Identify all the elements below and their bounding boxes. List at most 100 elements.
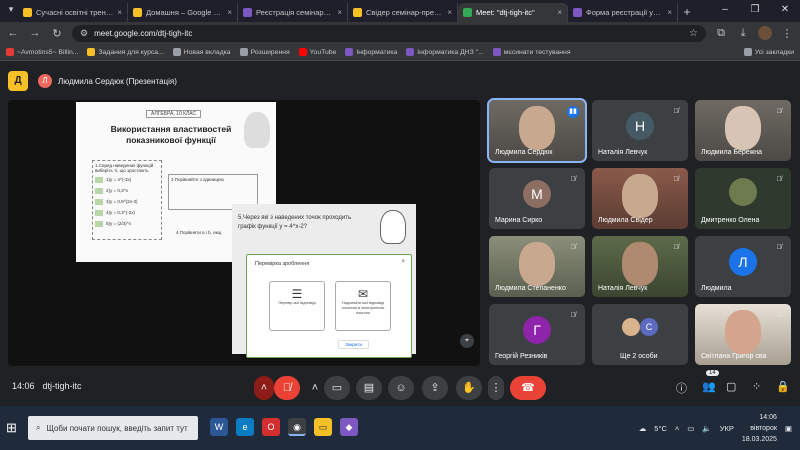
dialog-close-button[interactable]: Закрити — [338, 340, 369, 349]
close-tab-icon[interactable]: × — [337, 8, 342, 17]
participant-mini-avatar: С — [640, 318, 658, 336]
bookmark-label: мєсинати тестування — [503, 48, 571, 56]
browser-tab[interactable]: Домашня – Google Диск × — [128, 3, 238, 22]
bookmark-item[interactable]: Інформатика ДНЗ "... — [406, 48, 484, 56]
new-tab-button[interactable]: + — [678, 3, 696, 22]
participant-tile[interactable]: М 🎙̸ Марина Сирко — [489, 168, 585, 229]
volume-icon[interactable]: 🔈 — [702, 424, 711, 433]
presenter-chip[interactable]: Л Людмила Сердюк (Презентація) — [38, 74, 177, 88]
restore-icon[interactable]: ❐ — [740, 0, 770, 22]
opera-icon[interactable]: O — [262, 418, 280, 436]
participant-tile[interactable]: 🎙̸ Наталія Левчук — [592, 236, 688, 297]
bookmark-item[interactable]: Розширення — [239, 48, 290, 56]
site-info-icon[interactable]: ⚙ — [80, 28, 88, 39]
slide-title: Використання властивостей показникової ф… — [110, 124, 232, 145]
file-explorer-icon[interactable]: ▭ — [314, 418, 332, 436]
participant-tile[interactable]: 🎙̸ Дмитренко Олена — [695, 168, 791, 229]
bookmark-favicon — [345, 48, 354, 56]
network-icon[interactable]: ▭ — [687, 424, 694, 433]
participant-tile[interactable]: 🎙̸ Світлана Григор сва — [695, 304, 791, 365]
answer-box — [95, 220, 103, 227]
bookmark-item[interactable]: Інформатика — [345, 48, 397, 56]
minimize-icon[interactable]: – — [710, 0, 740, 22]
participant-tile[interactable]: Г 🎙̸ Георгій Резників — [489, 304, 585, 365]
chat-icon[interactable]: ▢ — [726, 380, 736, 393]
participant-tile[interactable]: 🎙̸ Людмила Бережна — [695, 100, 791, 161]
host-controls-icon[interactable]: 🔒 — [776, 380, 790, 393]
presentation-logo: Д — [8, 71, 28, 91]
close-tab-icon[interactable]: × — [227, 8, 232, 17]
close-tab-icon[interactable]: × — [667, 8, 672, 17]
bookmark-item[interactable]: Новая вкладка — [172, 48, 231, 56]
chrome-menu-icon[interactable]: ⋮ — [780, 27, 794, 40]
browser-tab[interactable]: Сучасні освітні тренди сфе × — [18, 3, 128, 22]
bookmark-item[interactable]: Задания для курса... — [87, 48, 164, 56]
more-options-icon[interactable]: ⋮ — [488, 376, 504, 400]
close-window-icon[interactable]: ✕ — [770, 0, 800, 22]
reload-icon[interactable]: ↻ — [50, 27, 64, 40]
weather-icon[interactable]: ☁ — [639, 424, 647, 433]
tab-favicon — [463, 8, 472, 17]
video-options-chevron-icon[interactable]: ˄ — [308, 376, 322, 400]
tray-clock[interactable]: 14:06 вівторок 18.03.2025 — [742, 412, 777, 445]
chrome-icon[interactable]: ◉ — [288, 418, 306, 436]
participant-tile[interactable]: 🎙̸ Людмила Степаненко — [489, 236, 585, 297]
mic-off-icon: 🎙̸ — [570, 312, 576, 319]
back-icon[interactable]: ← — [6, 27, 20, 39]
tray-arrow-icon[interactable]: ˄ — [675, 424, 679, 433]
participant-tile[interactable]: 🎙̸ Людмила Свідер — [592, 168, 688, 229]
leave-call-button[interactable]: ☎ — [510, 376, 546, 400]
close-tab-icon[interactable]: × — [117, 8, 122, 17]
people-count-badge: 14 — [706, 370, 719, 376]
dialog-close-icon[interactable]: × — [401, 259, 405, 265]
audio-options-chevron-icon[interactable]: ˄ — [254, 376, 274, 400]
bookmark-label: Інформатика — [356, 48, 398, 56]
taskbar-search[interactable]: ⌕ Щоби почати пошук, введіть запит тут — [28, 416, 198, 440]
all-bookmarks-button[interactable]: Усі закладки — [743, 48, 794, 56]
browser-tab[interactable]: Реєстрація семінару мате × — [238, 3, 348, 22]
browser-tab[interactable]: Форма реєстрації учасни × — [568, 3, 678, 22]
bookmark-star-icon[interactable]: ☆ — [689, 28, 698, 39]
tray-weekday: вівторок — [750, 424, 777, 432]
close-tab-icon[interactable]: × — [447, 8, 452, 17]
address-bar[interactable]: ⚙ meet.google.com/dtj-tigh-itc ☆ — [72, 24, 706, 42]
app-icon[interactable]: ◆ — [340, 418, 358, 436]
function-row: 3)y = 0,9^(2x-3) — [95, 197, 159, 206]
raise-hand-button[interactable]: ✋ — [456, 376, 482, 400]
camera-button[interactable]: ▭ — [324, 376, 350, 400]
pin-icon[interactable]: ⌖ — [460, 334, 474, 348]
downloads-icon[interactable]: ⤓ — [736, 27, 750, 40]
profile-avatar[interactable] — [758, 26, 772, 40]
bookmark-item[interactable]: мєсинати тестування — [492, 48, 571, 56]
forward-icon[interactable]: → — [28, 27, 42, 39]
edge-icon[interactable]: e — [236, 418, 254, 436]
tab-search-icon[interactable]: ▾ — [5, 4, 17, 16]
windows-start-icon[interactable]: ⊞ — [6, 420, 22, 436]
email-answers-option[interactable]: ✉ Надсилати мої відповіді очоплою в елек… — [335, 281, 391, 331]
browser-tab[interactable]: Свідер семінар-презента × — [348, 3, 458, 22]
notifications-icon[interactable]: ▣ — [785, 424, 792, 433]
bookmark-favicon — [87, 48, 96, 56]
captions-button[interactable]: ▤ — [356, 376, 382, 400]
participant-tile[interactable]: Н 🎙̸ Наталія Левчук — [592, 100, 688, 161]
participant-name: Світлана Григор сва — [701, 353, 767, 360]
language-indicator[interactable]: УКР — [720, 424, 734, 433]
emoji-reaction-button[interactable]: ☺ — [388, 376, 414, 400]
participant-tile[interactable]: ▮▮ Людмила Сердюк — [487, 98, 587, 163]
word-icon[interactable]: W — [210, 418, 228, 436]
participant-tile[interactable]: Л 🎙̸ Людмила — [695, 236, 791, 297]
people-icon[interactable]: 👥 — [702, 380, 716, 393]
present-screen-button[interactable]: ⇪ — [422, 376, 448, 400]
mic-off-button[interactable]: 🎙̸ — [274, 376, 300, 400]
check-answers-option[interactable]: ☰ Перевір мої відповіді — [269, 281, 325, 331]
activities-icon[interactable]: ⁘ — [752, 380, 761, 393]
more-participants-tile[interactable]: С Ще 2 особи — [592, 304, 688, 365]
bookmark-item[interactable]: YouTube — [298, 48, 336, 56]
bookmark-item[interactable]: ~Avmotins5~ Billin... — [6, 48, 78, 56]
extensions-icon[interactable]: ⧉ — [714, 27, 728, 40]
bookmark-favicon — [492, 48, 501, 56]
meeting-details-icon[interactable]: ⓘ — [676, 380, 687, 396]
participant-avatar: Н — [626, 112, 654, 140]
browser-tab-active[interactable]: Meet: "dtj-tigh-itc" × — [458, 3, 568, 22]
close-tab-icon[interactable]: × — [557, 8, 562, 17]
